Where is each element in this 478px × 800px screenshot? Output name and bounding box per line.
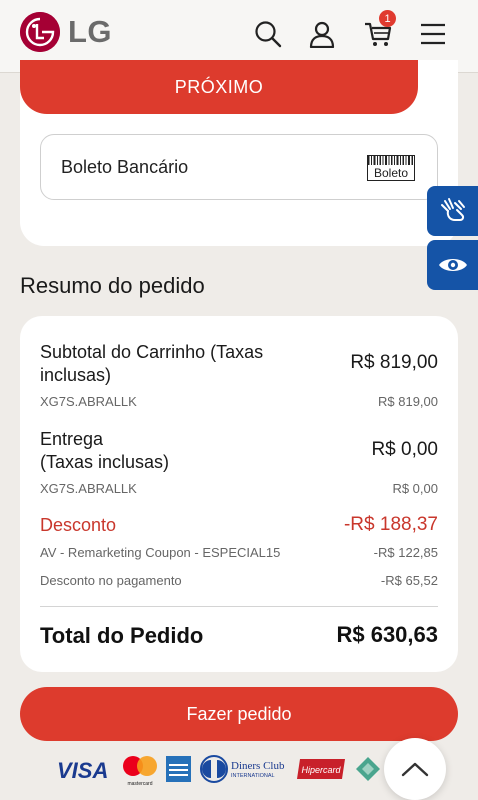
lg-logo-icon: [20, 12, 60, 52]
diamond-brand-logo: [356, 757, 380, 781]
sign-language-button[interactable]: [427, 186, 478, 236]
shipping-sku-value: R$ 0,00: [392, 481, 438, 496]
sign-language-icon: [440, 198, 465, 221]
order-summary-title: Resumo do pedido: [20, 273, 205, 298]
subtotal-label: Subtotal do Carrinho (Taxas inclusas): [40, 341, 263, 387]
shipping-value: R$ 0,00: [371, 439, 438, 460]
discount-item-value: -R$ 65,52: [380, 573, 438, 588]
order-summary-card: Subtotal do Carrinho (Taxas inclusas) R$…: [20, 316, 458, 672]
summary-divider: [40, 606, 438, 607]
subtotal-sku: XG7S.ABRALLK: [40, 394, 137, 409]
diners-subtext: INTERNATIONAL: [231, 773, 275, 779]
visa-logo: VISA: [57, 758, 108, 783]
shipping-sku: XG7S.ABRALLK: [40, 481, 137, 496]
account-button[interactable]: [302, 14, 342, 54]
user-icon: [309, 21, 335, 48]
mastercard-logo: mastercard: [123, 756, 157, 787]
discount-value: -R$ 188,37: [343, 514, 438, 535]
boleto-label: Boleto Bancário: [61, 157, 189, 177]
subtotal-label-line1: Subtotal do Carrinho (Taxas: [40, 342, 264, 362]
next-button[interactable]: PRÓXIMO: [20, 60, 418, 114]
lg-logo[interactable]: LG: [20, 12, 112, 52]
diners-text: Diners Club: [231, 760, 285, 772]
cart-button[interactable]: 1: [358, 10, 398, 54]
amex-logo: [166, 756, 191, 782]
menu-button[interactable]: [413, 14, 453, 54]
boleto-logo-icon: Boleto: [367, 155, 415, 181]
logo-text: LG: [68, 14, 113, 49]
scroll-to-top-button[interactable]: [384, 738, 446, 800]
chevron-up-icon: [401, 762, 429, 777]
hipercard-text: Hipercard: [301, 765, 341, 775]
accessibility-view-button[interactable]: [427, 240, 478, 290]
diners-logo: Diners Club INTERNATIONAL: [200, 755, 285, 783]
subtotal-label-line2: inclusas): [40, 365, 112, 385]
discount-item-label: AV - Remarketing Coupon - ESPECIAL15: [40, 545, 281, 560]
place-order-button[interactable]: Fazer pedido: [20, 687, 458, 741]
discount-label: Desconto: [40, 515, 117, 535]
boleto-option[interactable]: Boleto Bancário Boleto: [40, 134, 438, 200]
subtotal-sku-value: R$ 819,00: [378, 394, 438, 409]
subtotal-value: R$ 819,00: [350, 352, 438, 373]
discount-item-value: -R$ 122,85: [373, 545, 438, 560]
total-label: Total do Pedido: [40, 623, 204, 648]
boleto-logo-text: Boleto: [374, 166, 408, 180]
discount-item-label: Desconto no pagamento: [40, 573, 182, 588]
eye-icon: [438, 259, 467, 271]
mastercard-text: mastercard: [127, 781, 152, 787]
shipping-label-line2: (Taxas inclusas): [40, 452, 170, 472]
shipping-label-line1: Entrega: [40, 429, 104, 449]
search-button[interactable]: [248, 14, 288, 54]
total-value: R$ 630,63: [336, 622, 438, 647]
shipping-label: Entrega (Taxas inclusas): [40, 428, 169, 474]
cart-count-badge: 1: [379, 10, 396, 27]
hipercard-logo: Hipercard: [297, 759, 345, 779]
menu-icon: [421, 23, 445, 45]
search-icon: [255, 21, 282, 48]
